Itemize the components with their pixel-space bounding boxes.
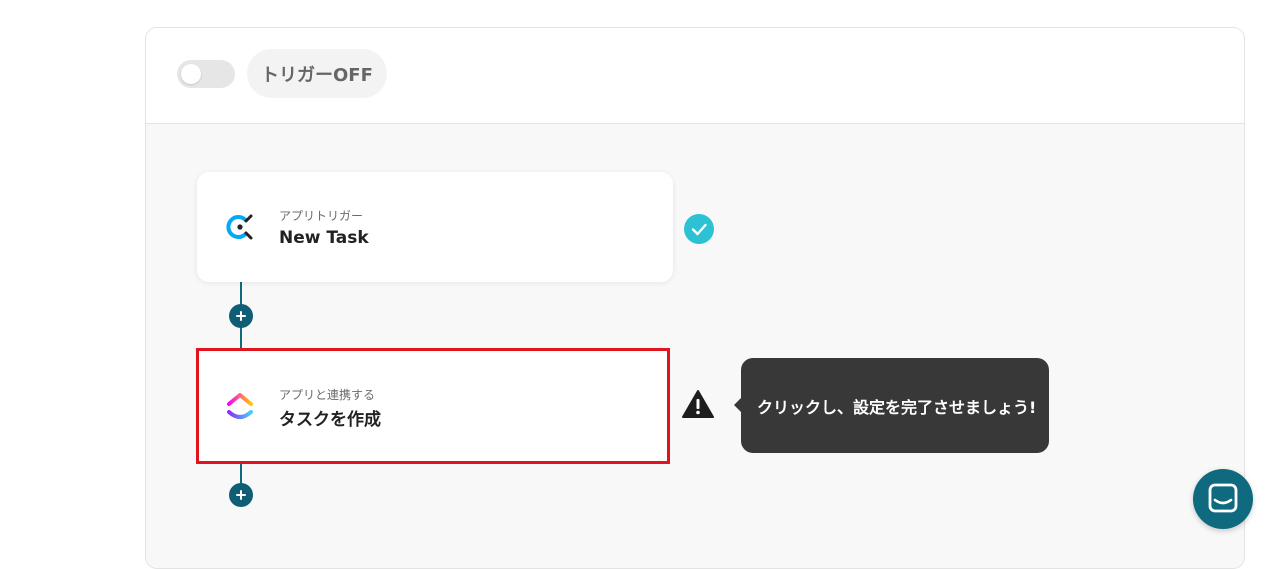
add-step-button[interactable] xyxy=(229,304,253,328)
setup-hint-tooltip: クリックし、設定を完了させましょう! xyxy=(734,358,1049,453)
trigger-toggle[interactable] xyxy=(177,60,235,88)
panel-header: トリガーOFF xyxy=(146,28,1244,124)
tooltip-arrow xyxy=(734,398,741,412)
step-subtitle: アプリトリガー xyxy=(279,209,364,223)
step-subtitle: アプリと連携する xyxy=(279,388,376,402)
toggle-knob xyxy=(181,64,201,84)
step-title: New Task xyxy=(279,228,369,248)
check-icon xyxy=(684,214,714,244)
chat-icon xyxy=(1208,483,1238,513)
clockify-icon xyxy=(226,214,253,240)
tooltip-text: クリックし、設定を完了させましょう! xyxy=(757,397,1037,417)
step-title: タスクを作成 xyxy=(279,410,381,430)
step-card-trigger[interactable]: アプリトリガー New Task xyxy=(197,172,673,282)
clickup-icon xyxy=(227,393,253,419)
workflow-panel: トリガーOFF xyxy=(145,27,1245,569)
warning-icon xyxy=(682,390,714,418)
chat-button[interactable] xyxy=(1193,469,1253,529)
step-card-action[interactable]: アプリと連携する タスクを作成 xyxy=(199,351,667,461)
add-step-button[interactable] xyxy=(229,483,253,507)
trigger-status-label: トリガーOFF xyxy=(247,49,387,98)
